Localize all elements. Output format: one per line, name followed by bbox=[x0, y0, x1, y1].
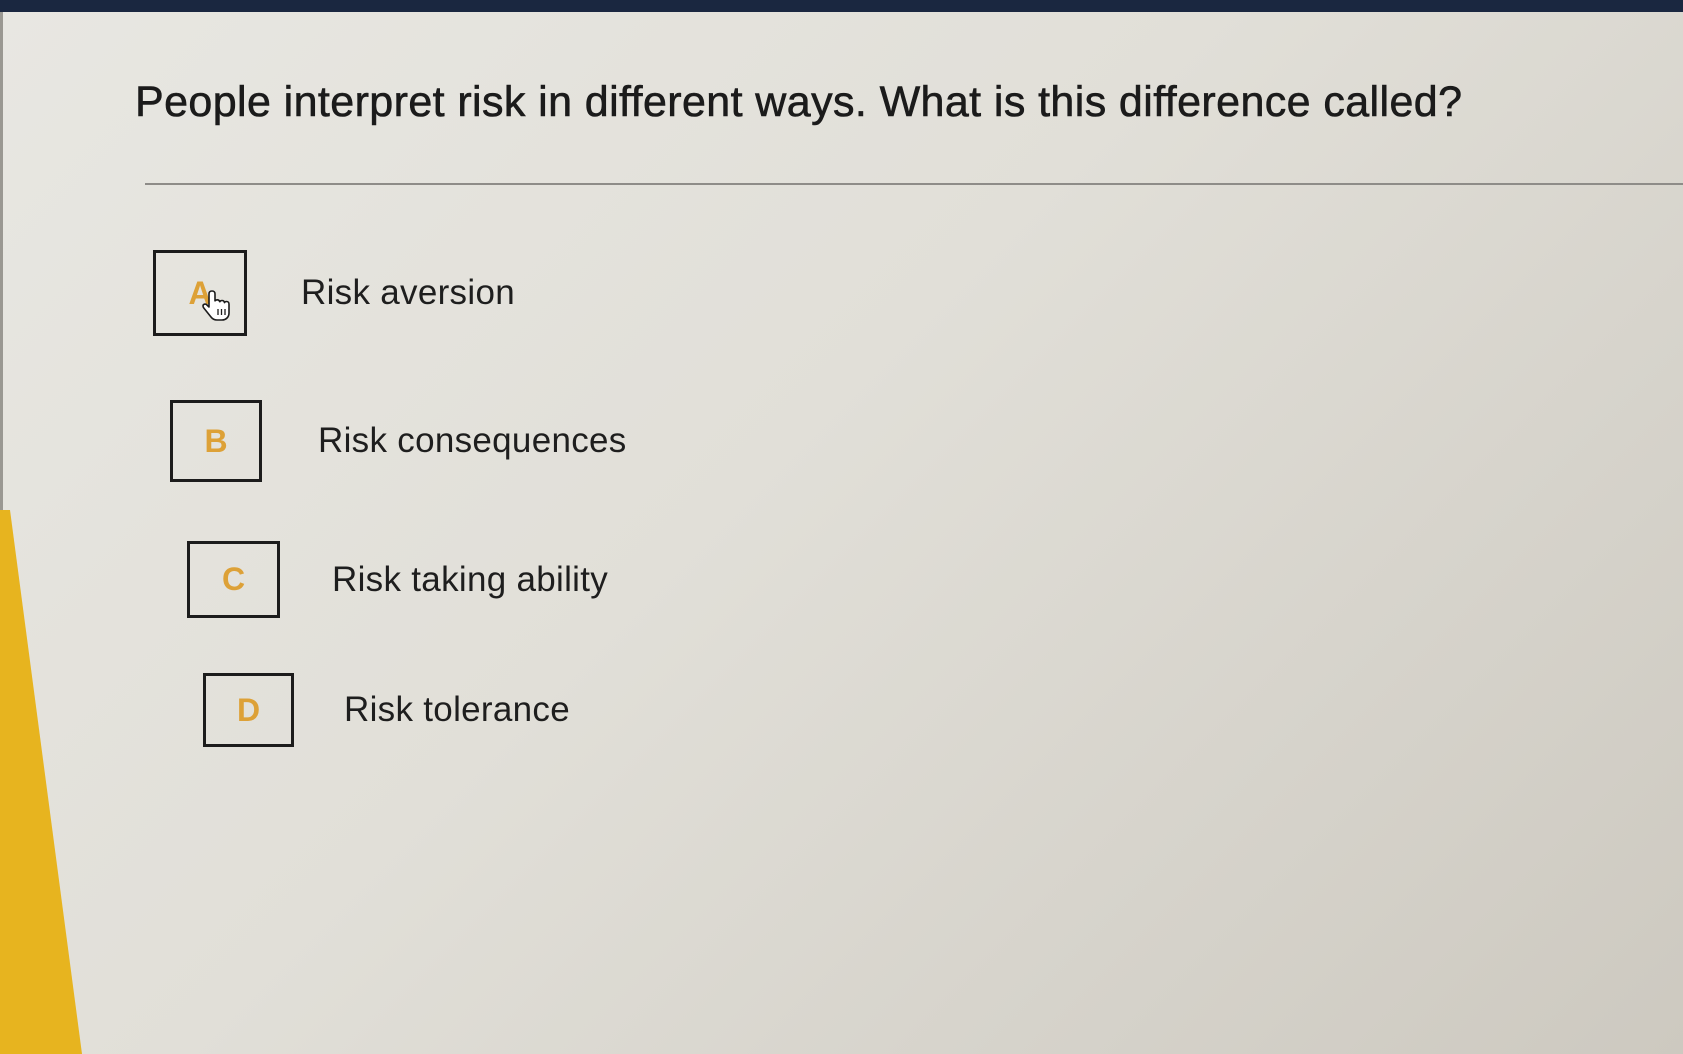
option-d-letter: D bbox=[236, 691, 261, 728]
option-c-letter: C bbox=[221, 561, 246, 597]
option-a[interactable]: A Risk aversion bbox=[153, 250, 515, 336]
hand-pointer-icon bbox=[202, 290, 230, 321]
option-c-label: Risk taking ability bbox=[332, 559, 609, 599]
top-bar bbox=[0, 0, 1683, 12]
option-b-box[interactable]: B bbox=[170, 400, 262, 482]
option-c[interactable]: C Risk taking ability bbox=[187, 541, 608, 618]
divider bbox=[145, 183, 1683, 185]
left-edge bbox=[0, 12, 3, 512]
option-d-label: Risk tolerance bbox=[344, 690, 570, 729]
option-d-box[interactable]: D bbox=[203, 673, 294, 747]
question-text: People interpret risk in different ways.… bbox=[135, 78, 1463, 127]
option-b-letter: B bbox=[204, 422, 228, 459]
accent-stripe bbox=[0, 510, 82, 1054]
option-b-label: Risk consequences bbox=[318, 421, 627, 460]
option-c-box[interactable]: C bbox=[187, 541, 280, 618]
option-d[interactable]: D Risk tolerance bbox=[203, 673, 570, 747]
option-b[interactable]: B Risk consequences bbox=[170, 400, 627, 482]
option-a-box[interactable]: A bbox=[153, 250, 247, 336]
option-a-label: Risk aversion bbox=[301, 273, 515, 312]
